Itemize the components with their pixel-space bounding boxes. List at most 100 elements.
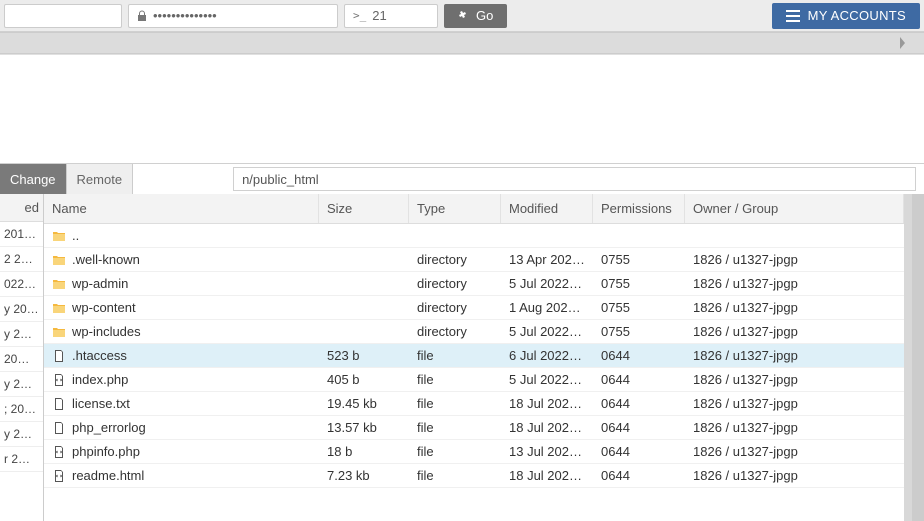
file-list-header: Name Size Type Modified Permissions Owne…	[44, 194, 904, 224]
file-list-panel: Name Size Type Modified Permissions Owne…	[44, 194, 904, 521]
file-icon	[52, 421, 66, 435]
file-owner: 1826 / u1327-jpgp	[685, 272, 904, 295]
file-name: ..	[72, 228, 79, 243]
file-modified	[501, 224, 593, 247]
file-name: wp-admin	[72, 276, 128, 291]
terminal-icon: >_	[353, 9, 366, 22]
tab-bar: Change Remote	[0, 164, 924, 194]
col-name[interactable]: Name	[44, 194, 319, 223]
file-modified: 13 Jul 2022 1…	[501, 440, 593, 463]
file-permissions: 0755	[593, 248, 685, 271]
file-size: 13.57 kb	[319, 416, 409, 439]
file-size	[319, 248, 409, 271]
file-name: .well-known	[72, 252, 140, 267]
file-permissions: 0644	[593, 368, 685, 391]
left-list-item[interactable]: ; 20…	[0, 397, 43, 422]
file-name: wp-content	[72, 300, 136, 315]
folder-icon	[52, 253, 66, 267]
file-name: readme.html	[72, 468, 144, 483]
scrollbar-outer[interactable]	[912, 194, 924, 521]
file-owner: 1826 / u1327-jpgp	[685, 248, 904, 271]
file-type: file	[409, 440, 501, 463]
left-list-item[interactable]: 2 20…	[0, 247, 43, 272]
file-type: file	[409, 392, 501, 415]
file-type	[409, 224, 501, 247]
file-row[interactable]: php_errorlog13.57 kbfile18 Jul 2022 2…06…	[44, 416, 904, 440]
left-header: ed	[0, 194, 43, 222]
file-type: file	[409, 344, 501, 367]
go-label: Go	[476, 8, 493, 23]
file-name: .htaccess	[72, 348, 127, 363]
port-value: 21	[372, 8, 386, 23]
file-icon	[52, 397, 66, 411]
file-size: 405 b	[319, 368, 409, 391]
file-row[interactable]: index.php405 bfile5 Jul 2022 22:…0644182…	[44, 368, 904, 392]
file-row[interactable]: .well-knowndirectory13 Apr 2022 …0755182…	[44, 248, 904, 272]
col-type[interactable]: Type	[409, 194, 501, 223]
my-accounts-button[interactable]: MY ACCOUNTS	[772, 3, 920, 29]
file-modified: 13 Apr 2022 …	[501, 248, 593, 271]
file-code-icon	[52, 373, 66, 387]
file-modified: 18 Jul 2022 2…	[501, 464, 593, 487]
file-row[interactable]: wp-contentdirectory1 Aug 2022 1…07551826…	[44, 296, 904, 320]
left-list-item[interactable]: 20…	[0, 347, 43, 372]
file-owner	[685, 224, 904, 247]
file-modified: 5 Jul 2022 22:…	[501, 368, 593, 391]
file-permissions: 0644	[593, 392, 685, 415]
file-row[interactable]: wp-includesdirectory5 Jul 2022 22:…07551…	[44, 320, 904, 344]
tab-remote[interactable]: Remote	[67, 164, 134, 194]
server-input[interactable]	[4, 4, 122, 28]
col-modified[interactable]: Modified	[501, 194, 593, 223]
file-size: 523 b	[319, 344, 409, 367]
file-permissions: 0644	[593, 416, 685, 439]
file-modified: 18 Jul 2022 2…	[501, 392, 593, 415]
left-list-item[interactable]: 022…	[0, 272, 43, 297]
file-name: php_errorlog	[72, 420, 146, 435]
file-row[interactable]: readme.html7.23 kbfile18 Jul 2022 2…0644…	[44, 464, 904, 488]
file-name: phpinfo.php	[72, 444, 140, 459]
col-owner[interactable]: Owner / Group	[685, 194, 904, 223]
file-owner: 1826 / u1327-jpgp	[685, 320, 904, 343]
file-size	[319, 224, 409, 247]
left-list-item[interactable]: y 2…	[0, 322, 43, 347]
file-code-icon	[52, 469, 66, 483]
remote-path-input[interactable]	[233, 167, 916, 191]
port-input[interactable]: >_ 21	[344, 4, 438, 28]
file-type: file	[409, 464, 501, 487]
file-modified: 5 Jul 2022 22:…	[501, 320, 593, 343]
file-size	[319, 320, 409, 343]
file-name: license.txt	[72, 396, 130, 411]
file-row[interactable]: wp-admindirectory5 Jul 2022 22:…07551826…	[44, 272, 904, 296]
folder-icon	[52, 301, 66, 315]
file-permissions: 0644	[593, 440, 685, 463]
file-row[interactable]: license.txt19.45 kbfile18 Jul 2022 2…064…	[44, 392, 904, 416]
file-code-icon	[52, 445, 66, 459]
lock-icon	[137, 10, 147, 22]
col-permissions[interactable]: Permissions	[593, 194, 685, 223]
left-panel: ed 201…2 20…022…y 20…y 2…20…y 2…; 20…y 2…	[0, 194, 44, 521]
file-permissions: 0755	[593, 296, 685, 319]
left-list-item[interactable]: 201…	[0, 222, 43, 247]
password-input[interactable]: ••••••••••••••	[128, 4, 338, 28]
left-list-item[interactable]: y 2…	[0, 422, 43, 447]
list-icon	[786, 10, 800, 22]
file-type: directory	[409, 272, 501, 295]
file-row[interactable]: phpinfo.php18 bfile13 Jul 2022 1…0644182…	[44, 440, 904, 464]
connection-toolbar: •••••••••••••• >_ 21 Go MY ACCOUNTS	[0, 0, 924, 32]
file-owner: 1826 / u1327-jpgp	[685, 440, 904, 463]
col-size[interactable]: Size	[319, 194, 409, 223]
left-list-item[interactable]: y 2…	[0, 372, 43, 397]
left-list-item[interactable]: y 20…	[0, 297, 43, 322]
tab-change[interactable]: Change	[0, 164, 67, 194]
chevron-right-icon[interactable]	[898, 37, 906, 49]
file-type: file	[409, 416, 501, 439]
left-list-item[interactable]: r 2…	[0, 447, 43, 472]
file-permissions: 0644	[593, 344, 685, 367]
file-type: directory	[409, 296, 501, 319]
file-row[interactable]: .htaccess523 bfile6 Jul 2022 16:…0644182…	[44, 344, 904, 368]
go-button[interactable]: Go	[444, 4, 507, 28]
folder-icon	[52, 277, 66, 291]
file-name: wp-includes	[72, 324, 141, 339]
file-row[interactable]: ..	[44, 224, 904, 248]
scrollbar[interactable]	[904, 194, 912, 521]
